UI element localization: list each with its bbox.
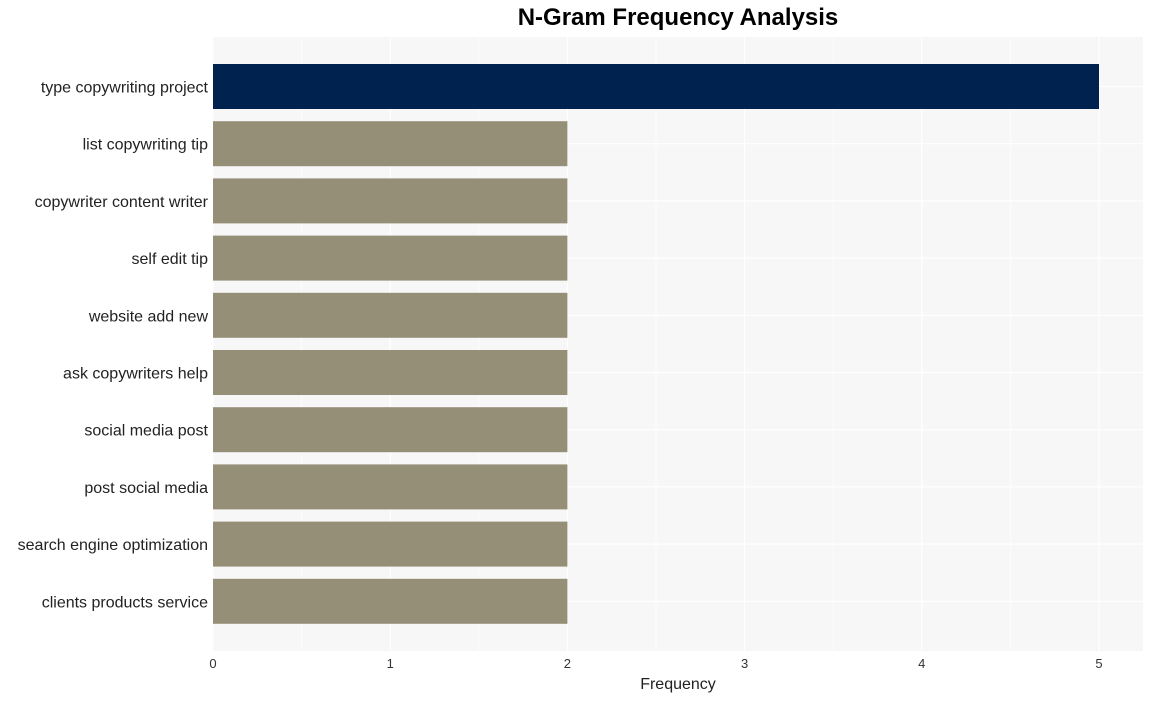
y-tick-label: social media post [84,423,208,440]
bar [213,178,568,224]
x-tick-label: 3 [741,656,748,671]
bar [213,350,568,395]
bar [213,407,568,453]
y-tick-label: clients products service [42,594,208,611]
x-axis-ticks: 0 1 2 3 4 5 [209,656,1102,671]
y-tick-label: type copywriting project [41,80,209,97]
bar-chart: type copywriting project list copywriting… [18,37,1143,693]
bar [213,578,568,624]
x-tick-label: 4 [918,656,925,671]
y-tick-label: copywriter content writer [35,194,209,211]
bar [213,292,568,338]
y-axis-labels: type copywriting project list copywriting… [18,80,209,612]
y-tick-label: post social media [84,480,208,497]
x-tick-label: 5 [1095,656,1102,671]
y-tick-label: search engine optimization [18,537,208,554]
bar [213,464,568,510]
bar [213,521,568,567]
bar [213,235,568,281]
x-tick-label: 0 [209,656,216,671]
y-tick-label: self edit tip [132,251,209,268]
y-tick-label: ask copywriters help [63,366,208,383]
x-tick-label: 1 [387,656,394,671]
y-tick-label: list copywriting tip [83,137,208,154]
bar [213,121,568,167]
bar [213,64,1099,109]
y-tick-label: website add new [88,308,209,325]
x-tick-label: 2 [564,656,571,671]
x-axis-title: Frequency [640,676,716,693]
